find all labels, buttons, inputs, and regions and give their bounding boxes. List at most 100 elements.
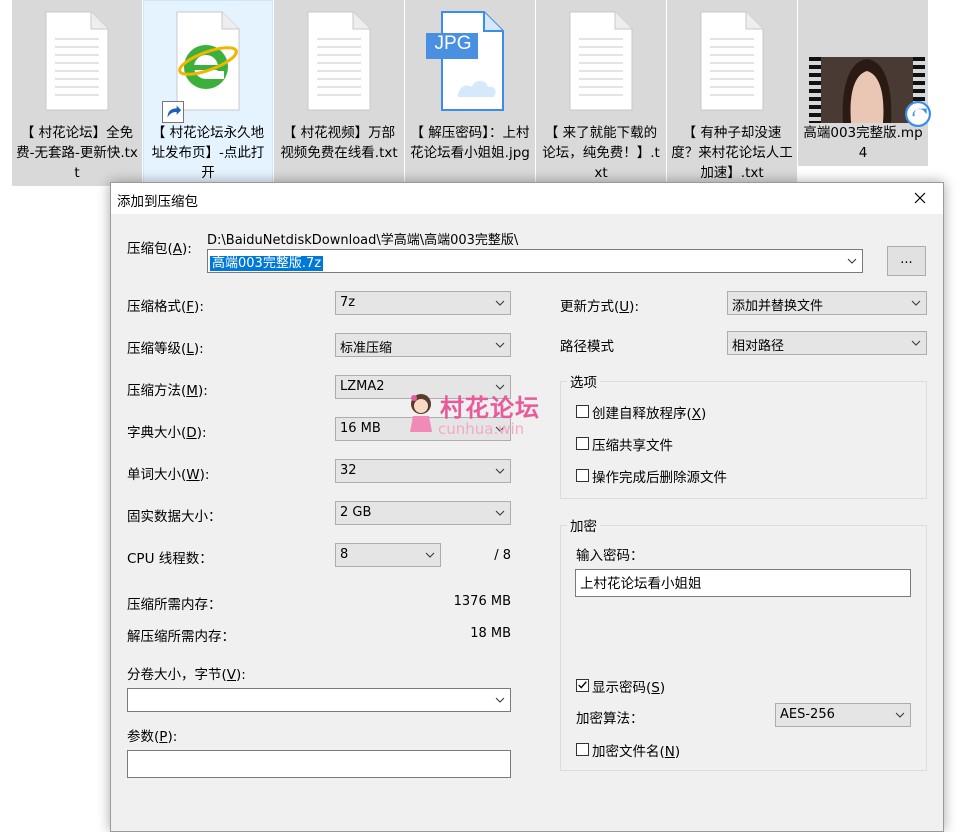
word-value: 32 bbox=[340, 463, 357, 478]
chevron-down-icon bbox=[425, 552, 435, 558]
text-document-icon bbox=[45, 11, 109, 111]
jpg-image-icon bbox=[426, 11, 504, 111]
shortcut-arrow-icon bbox=[162, 101, 184, 123]
chevron-down-icon bbox=[847, 258, 857, 264]
ie-shortcut-icon bbox=[176, 11, 240, 111]
word-select[interactable]: 32 bbox=[335, 459, 511, 483]
solid-select[interactable]: 2 GB bbox=[335, 501, 511, 525]
ie-shortcut-icon-wrap bbox=[158, 7, 258, 123]
archive-name-combo[interactable]: 高端003完整版.7z bbox=[207, 249, 863, 273]
file-item[interactable]: 高端003完整版.mp4 bbox=[798, 0, 931, 166]
threads-select[interactable]: 8 bbox=[335, 543, 441, 567]
chevron-down-icon bbox=[495, 300, 505, 306]
threads-label: CPU 线程数： bbox=[127, 551, 213, 567]
jpg-image-icon-wrap: JPG bbox=[420, 7, 520, 117]
watermark-subtext: cunhua.win bbox=[438, 420, 525, 438]
update-value: 添加并替换文件 bbox=[732, 299, 824, 314]
chevron-down-icon bbox=[495, 697, 505, 703]
volume-size-combo[interactable] bbox=[127, 688, 511, 712]
level-value: 标准压缩 bbox=[340, 341, 393, 356]
file-name: 【 村花论坛永久地址发布页】-点此打开 bbox=[151, 125, 265, 181]
algo-value: AES-256 bbox=[780, 707, 835, 722]
chevron-down-icon bbox=[895, 712, 905, 718]
algo-label: 加密算法： bbox=[576, 711, 644, 727]
sync-icon bbox=[905, 101, 931, 127]
file-item[interactable]: 【 村花论坛】全免费-无套路-更新快.txt bbox=[12, 0, 142, 186]
chevron-down-icon bbox=[495, 510, 505, 516]
text-document-icon bbox=[700, 11, 764, 111]
video-thumbnail-wrap bbox=[809, 7, 931, 127]
file-item[interactable]: 【 村花论坛永久地址发布页】-点此打开 bbox=[143, 0, 273, 186]
dict-value: 16 MB bbox=[340, 421, 381, 436]
encrypt-names-checkbox[interactable] bbox=[576, 743, 589, 756]
method-value: LZMA2 bbox=[340, 379, 385, 394]
encryption-method-select[interactable]: AES-256 bbox=[775, 703, 911, 727]
word-label: 单词大小(W): bbox=[127, 467, 210, 483]
path-mode-label: 路径模式 bbox=[560, 339, 614, 355]
sfx-checkbox[interactable] bbox=[576, 405, 589, 418]
close-button[interactable] bbox=[897, 183, 943, 214]
delete-checkbox[interactable] bbox=[576, 469, 589, 482]
sfx-label: 创建自释放程序(X) bbox=[592, 406, 707, 422]
file-item[interactable]: 【 村花视频】万部视频免费在线看.txt bbox=[274, 0, 404, 186]
file-item[interactable]: JPG 【 解压密码】：上村花论坛看小姐姐.jpg bbox=[405, 0, 535, 186]
title-bar[interactable]: 添加到压缩包 bbox=[111, 183, 943, 214]
archive-path: D:\BaiduNetdiskDownload\学高端\高端003完整版\ bbox=[207, 233, 519, 248]
shared-label: 压缩共享文件 bbox=[592, 438, 673, 454]
chevron-down-icon bbox=[911, 300, 921, 306]
format-label: 压缩格式(F): bbox=[127, 299, 204, 315]
format-value: 7z bbox=[340, 295, 356, 310]
show-password-label: 显示密码(S) bbox=[592, 680, 666, 696]
volume-label: 分卷大小，字节(V): bbox=[127, 667, 246, 683]
show-password-checkbox[interactable] bbox=[576, 679, 589, 692]
mem-compress-value: 1376 MB bbox=[453, 594, 511, 609]
close-icon bbox=[914, 192, 926, 204]
file-name: 高端003完整版.mp4 bbox=[803, 125, 923, 161]
format-select[interactable]: 7z bbox=[335, 291, 511, 315]
text-document-icon-wrap bbox=[551, 7, 651, 117]
file-name: 【 有种子却没速度？来村花论坛人工加速】.txt bbox=[671, 125, 793, 181]
file-name: 【 解压密码】：上村花论坛看小姐姐.jpg bbox=[410, 125, 530, 161]
file-item[interactable]: 【 来了就能下载的论坛，纯免费！】.txt bbox=[536, 0, 666, 186]
file-name: 【 来了就能下载的论坛，纯免费！】.txt bbox=[542, 125, 660, 181]
password-label: 输入密码： bbox=[576, 548, 644, 564]
checkmark-icon bbox=[578, 681, 587, 689]
options-title: 选项 bbox=[567, 371, 600, 391]
file-name: 【 村花视频】万部视频免费在线看.txt bbox=[280, 125, 398, 161]
encrypt-names-label: 加密文件名(N) bbox=[592, 744, 681, 760]
text-document-icon bbox=[307, 11, 371, 111]
encryption-title: 加密 bbox=[567, 515, 600, 535]
threads-value: 8 bbox=[340, 547, 349, 562]
params-label: 参数(P): bbox=[127, 729, 178, 745]
file-name: 【 村花论坛】全免费-无套路-更新快.txt bbox=[16, 125, 138, 181]
file-item[interactable]: 【 有种子却没速度？来村花论坛人工加速】.txt bbox=[667, 0, 797, 186]
mem-decompress-value: 18 MB bbox=[470, 626, 511, 641]
text-document-icon-wrap bbox=[27, 7, 127, 117]
threads-max: / 8 bbox=[494, 548, 511, 563]
update-mode-select[interactable]: 添加并替换文件 bbox=[727, 291, 927, 315]
method-label: 压缩方法(M): bbox=[127, 383, 208, 399]
text-document-icon-wrap bbox=[682, 7, 782, 117]
chevron-down-icon bbox=[495, 468, 505, 474]
text-document-icon bbox=[569, 11, 633, 111]
path-mode-value: 相对路径 bbox=[732, 339, 785, 354]
add-to-archive-dialog: 添加到压缩包 压缩包(A): D:\BaiduNetdiskDownload\学… bbox=[110, 182, 944, 832]
watermark-text: 村花论坛 bbox=[440, 394, 540, 422]
path-mode-select[interactable]: 相对路径 bbox=[727, 331, 927, 355]
dialog-title: 添加到压缩包 bbox=[117, 194, 198, 210]
mem-decompress-label: 解压缩所需内存： bbox=[127, 629, 235, 645]
level-select[interactable]: 标准压缩 bbox=[335, 333, 511, 357]
shared-checkbox[interactable] bbox=[576, 437, 589, 450]
update-label: 更新方式(U): bbox=[560, 299, 639, 315]
solid-value: 2 GB bbox=[340, 505, 372, 520]
password-input[interactable]: 上村花论坛看小姐姐 bbox=[575, 569, 911, 597]
browse-button[interactable]: ... bbox=[887, 246, 926, 276]
solid-label: 固实数据大小： bbox=[127, 509, 222, 525]
dict-label: 字典大小(D): bbox=[127, 425, 207, 441]
chevron-down-icon bbox=[495, 342, 505, 348]
params-input[interactable] bbox=[127, 750, 511, 778]
archive-label: 压缩包(A): bbox=[127, 241, 192, 257]
jpg-badge-text: JPG bbox=[434, 33, 472, 54]
text-document-icon-wrap bbox=[289, 7, 389, 117]
delete-label: 操作完成后删除源文件 bbox=[592, 470, 727, 486]
